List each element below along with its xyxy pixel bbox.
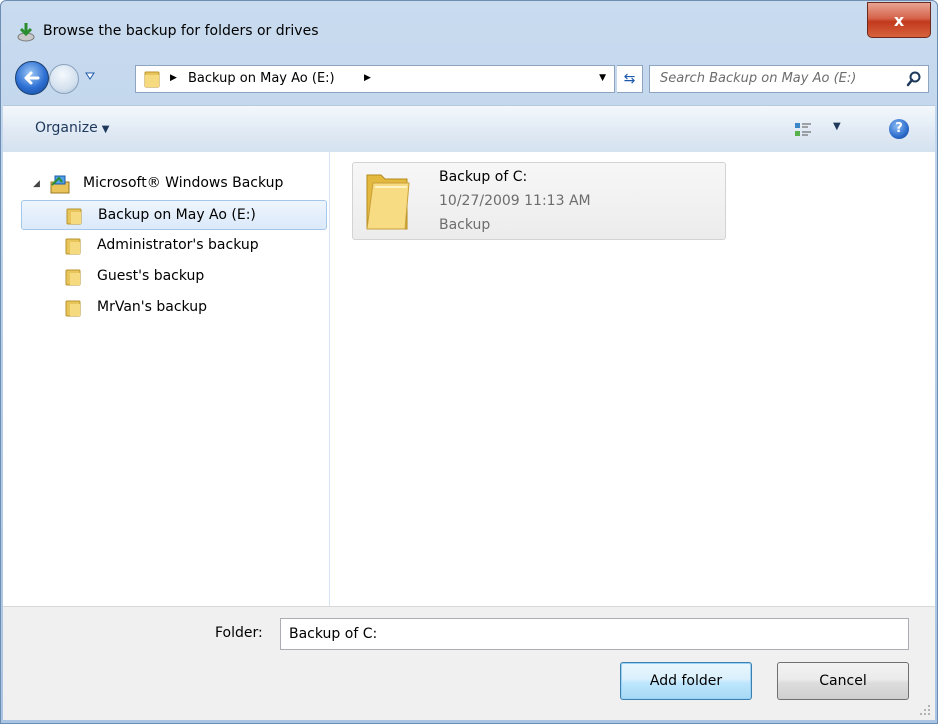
- folder-field[interactable]: [280, 618, 909, 650]
- command-toolbar: Organize ▼ ▼ ?: [3, 105, 935, 153]
- recent-pages-dropdown-icon[interactable]: [85, 72, 95, 80]
- folder-field-label: Folder:: [215, 625, 263, 641]
- resize-grip-icon[interactable]: [919, 704, 931, 716]
- folder-icon: [66, 208, 82, 225]
- tree-item-label: Administrator's backup: [97, 237, 259, 253]
- tree-item-label: Guest's backup: [97, 268, 205, 284]
- folder-tile[interactable]: Backup of C: 10/27/2009 11:13 AM Backup: [352, 162, 726, 240]
- tree-item-label: Backup on May Ao (E:): [98, 207, 256, 223]
- back-button[interactable]: [15, 61, 49, 95]
- close-icon: x: [893, 10, 905, 30]
- search-input[interactable]: Search Backup on May Ao (E:): [649, 65, 929, 93]
- forward-button[interactable]: [49, 64, 79, 94]
- content-pane: Backup of C: 10/27/2009 11:13 AM Backup: [330, 152, 935, 606]
- tree-item-label: MrVan's backup: [97, 299, 207, 315]
- breadcrumb-item[interactable]: Backup on May Ao (E:): [188, 71, 335, 86]
- backup-restore-icon: [17, 23, 35, 42]
- add-folder-button[interactable]: Add folder: [620, 662, 752, 700]
- tree-item-guests-backup[interactable]: Guest's backup: [21, 262, 327, 292]
- change-view-icon[interactable]: [794, 121, 812, 139]
- breadcrumb-separator-icon[interactable]: ▶: [170, 73, 177, 83]
- folder-icon: [65, 269, 81, 286]
- folder-type: Backup: [439, 217, 491, 233]
- refresh-icon: ⇆: [623, 71, 636, 87]
- search-placeholder: Search Backup on May Ao (E:): [660, 71, 857, 86]
- tree-item-backup-on-may-ao[interactable]: Backup on May Ao (E:): [21, 200, 327, 230]
- organize-label: Organize: [35, 120, 98, 136]
- folder-icon: [65, 238, 81, 255]
- dialog-window: Browse the backup for folders or drives …: [0, 0, 938, 724]
- breadcrumb-separator-icon[interactable]: ▶: [364, 73, 371, 83]
- tree-item-administrators-backup[interactable]: Administrator's backup: [21, 231, 327, 261]
- folder-date: 10/27/2009 11:13 AM: [439, 193, 591, 209]
- close-button[interactable]: x: [867, 2, 931, 38]
- views-dropdown-icon[interactable]: ▼: [833, 121, 841, 132]
- cancel-button[interactable]: Cancel: [777, 662, 909, 700]
- refresh-button[interactable]: ⇆: [617, 65, 643, 93]
- tree-root-label: Microsoft® Windows Backup: [83, 175, 284, 191]
- large-folder-icon: [366, 174, 410, 230]
- address-dropdown-icon[interactable]: ▼: [599, 73, 606, 83]
- window-title: Browse the backup for folders or drives: [43, 23, 319, 39]
- navigation-row: ▶ Backup on May Ao (E:) ▶ ▼ ⇆ Search Bac…: [15, 59, 931, 95]
- tree-item-mrvans-backup[interactable]: MrVan's backup: [21, 293, 327, 323]
- tree-expander-icon[interactable]: ◢: [33, 179, 40, 189]
- back-arrow-icon: [24, 71, 40, 85]
- windows-backup-icon: [50, 175, 70, 194]
- folder-name: Backup of C:: [439, 169, 528, 185]
- dialog-footer: Folder: Add folder Cancel: [3, 606, 935, 720]
- chevron-down-icon: ▼: [101, 124, 110, 135]
- address-bar[interactable]: ▶ Backup on May Ao (E:) ▶ ▼: [135, 65, 615, 93]
- folder-icon: [144, 71, 160, 88]
- organize-menu[interactable]: Organize ▼: [35, 120, 109, 136]
- navigation-pane: ◢ Microsoft® Windows Backup Backup on Ma…: [3, 152, 330, 606]
- title-bar: Browse the backup for folders or drives …: [1, 1, 937, 53]
- folder-icon: [65, 300, 81, 317]
- search-icon[interactable]: [906, 71, 922, 87]
- help-icon[interactable]: ?: [889, 119, 909, 139]
